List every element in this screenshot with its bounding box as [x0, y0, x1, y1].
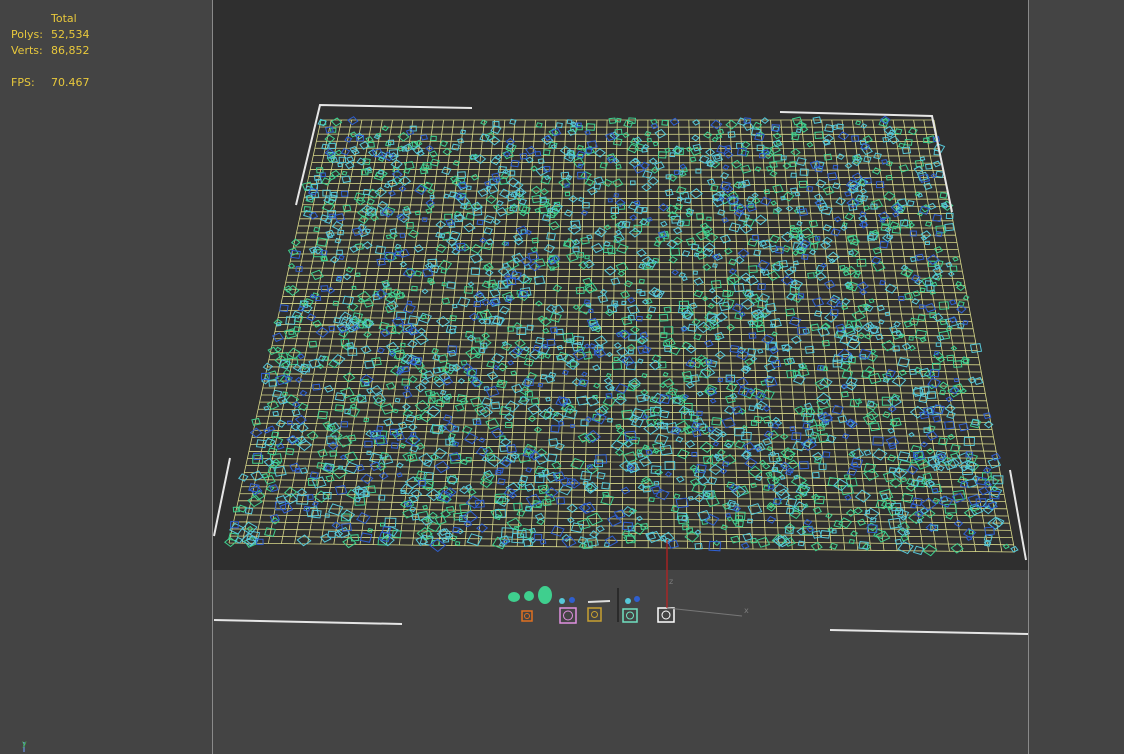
fps-value: 70.467	[51, 76, 90, 89]
gizmo-x-label: x	[744, 606, 749, 615]
axis-y-label: y	[22, 739, 27, 748]
polys-label: Polys:	[11, 28, 43, 41]
gizmo-z-label: z	[669, 577, 673, 586]
stats-header: Total	[51, 12, 77, 25]
view-axis-tripod: y	[22, 739, 27, 752]
stats-polys-row: Polys: 52,534	[11, 27, 90, 43]
fps-label: FPS:	[11, 76, 35, 89]
viewport-scene[interactable]: z x y	[0, 0, 1124, 754]
stats-header-row: Total	[11, 11, 90, 27]
verts-label: Verts:	[11, 44, 43, 57]
safe-frame-lower-area	[213, 570, 1028, 754]
viewport-statistics: Total Polys: 52,534 Verts: 86,852 FPS: 7…	[11, 11, 90, 91]
stats-verts-row: Verts: 86,852	[11, 43, 90, 59]
verts-value: 86,852	[51, 44, 90, 57]
stats-fps-row: FPS: 70.467	[11, 75, 90, 91]
polys-value: 52,534	[51, 28, 90, 41]
perspective-viewport[interactable]: z x y Total Polys: 52,534 Verts: 86,852 …	[0, 0, 1124, 754]
